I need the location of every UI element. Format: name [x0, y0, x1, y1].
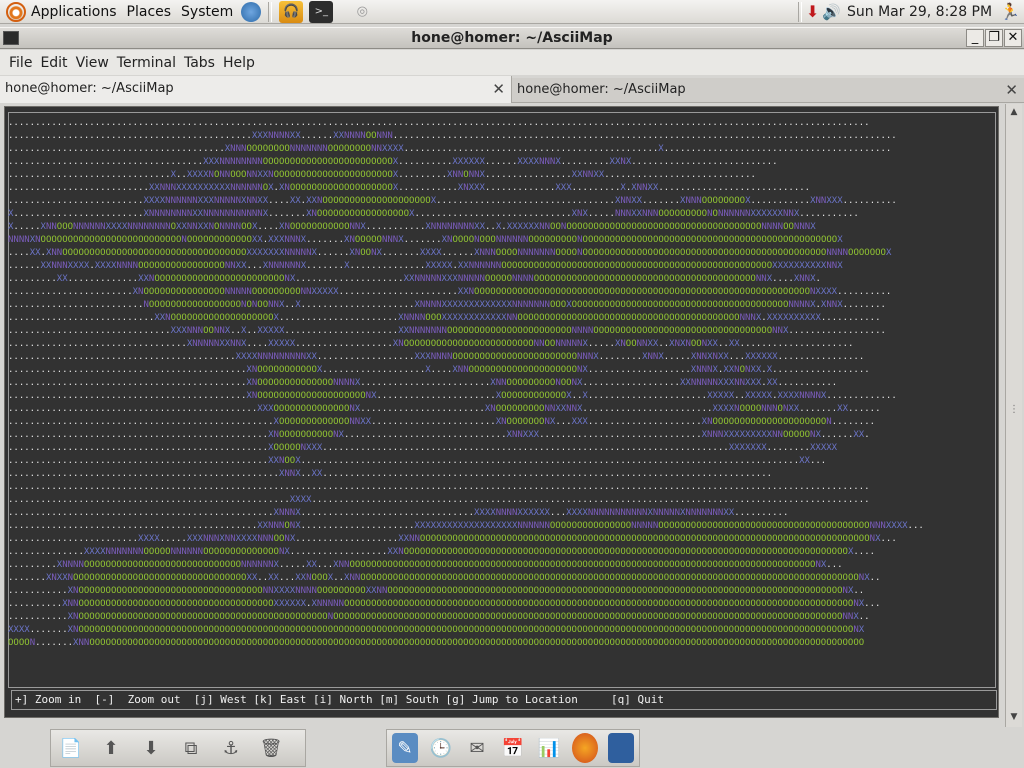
map-row: ..........................XXNNNXXXXXXXXX…	[8, 183, 811, 193]
scroll-up-arrow-icon[interactable]: ▲	[1008, 107, 1020, 119]
map-row: ........................................…	[8, 118, 870, 128]
file-browser-dock: 📄 ⬆ ⬇ ⧉ ⚓ 🗑	[50, 729, 306, 767]
map-row: ..............XXXXNNNNNNNOOOOONNNNNNOOOO…	[8, 547, 876, 557]
map-row: OOOON.......XNNOOOOOOOOOOOOOOOOOOOOOOOOO…	[8, 638, 865, 648]
close-window-button[interactable]: ✕	[1004, 29, 1022, 47]
map-row: ........................................…	[8, 378, 838, 388]
logout-runner-icon[interactable]: 🏃	[1000, 2, 1020, 21]
text-editor-icon[interactable]: ✎	[392, 733, 418, 763]
map-row: X........................XNNNNNNNNXXNNNN…	[8, 209, 859, 219]
map-row: ........................................…	[8, 469, 773, 479]
map-row: ........................................…	[8, 144, 892, 154]
anchor-icon[interactable]: ⚓	[216, 733, 246, 763]
menu-file[interactable]: File	[9, 55, 32, 71]
map-row: ..............................X..XXXXNON…	[8, 170, 756, 180]
map-row: ........................................…	[8, 508, 789, 518]
map-row: .........XX.............XXNOOOOOOOOOOOOO…	[8, 274, 821, 284]
map-row: ........................................…	[8, 365, 870, 375]
presentation-icon[interactable]: 📊	[536, 733, 562, 763]
map-row: ....................................XXXN…	[8, 157, 778, 167]
map-row: NNNNXNOOOOOOOOOOOOOOOOOOOOOOOOOONOOOOOOO…	[8, 235, 843, 245]
map-row: .......................XNOOOOOOOOOOOOOOO…	[8, 287, 892, 297]
window-title: hone@homer: ~/AsciiMap	[411, 30, 613, 46]
ascii-map: ........................................…	[8, 117, 924, 650]
tab-2-label: hone@homer: ~/AsciiMap	[517, 82, 686, 97]
tab-2-close-icon[interactable]: ✕	[1005, 78, 1018, 102]
map-row: ........................................…	[8, 131, 897, 141]
map-row: .........XNNNNOOOOOOOOOOOOOOOOOOOOOOOOOO…	[8, 560, 843, 570]
map-row: .................................XNNNNNX…	[8, 339, 854, 349]
clock-icon[interactable]: 🕒	[428, 733, 454, 763]
notes-icon[interactable]: 📄	[56, 733, 86, 763]
tab-2[interactable]: hone@homer: ~/AsciiMap ✕	[512, 78, 1024, 103]
map-row: ........................................…	[8, 443, 838, 453]
map-row: X.....XNNOOONNNNNNXXXXNNNNNNNNOXXNNXXNON…	[8, 222, 816, 232]
clock-datetime[interactable]: Sun Mar 29, 8:28 PM	[847, 4, 992, 20]
menu-tabs[interactable]: Tabs	[184, 55, 215, 71]
gnome-foot-icon	[6, 1, 26, 22]
map-row: XXXX.......XNOOOOOOOOOOOOOOOOOOOOOOOOOOO…	[8, 625, 865, 635]
system-menu[interactable]: System	[176, 0, 238, 24]
applications-menu-label: Applications	[31, 3, 117, 20]
mail-icon[interactable]: ✉	[464, 733, 490, 763]
map-row: ........................................…	[8, 391, 897, 401]
menu-view[interactable]: View	[76, 55, 109, 71]
bottom-panel: 📄 ⬆ ⬇ ⧉ ⚓ 🗑 ✎ 🕒 ✉ 📅 📊	[0, 728, 1024, 768]
map-row: ..........XNNOOOOOOOOOOOOOOOOOOOOOOOOOOO…	[8, 599, 881, 609]
calendar-icon[interactable]: 📅	[500, 733, 526, 763]
volume-icon[interactable]: 🔊	[822, 3, 841, 21]
upload-arrow-icon[interactable]: ⬆	[96, 733, 126, 763]
web-browser-launcher-icon[interactable]	[241, 1, 262, 22]
map-row: ........................................…	[8, 404, 881, 414]
window-titlebar[interactable]: hone@homer: ~/AsciiMap _ ❐ ✕	[0, 27, 1024, 49]
terminal-menubar: File Edit View Terminal Tabs Help	[0, 50, 1024, 75]
terminal-launcher-icon[interactable]: >_	[309, 0, 334, 23]
tray-area: ⬇ 🔊 Sun Mar 29, 8:28 PM 🏃	[794, 0, 1024, 24]
map-row: ........................................…	[8, 430, 870, 440]
storage-box-icon[interactable]	[608, 733, 634, 763]
minimize-button[interactable]: _	[966, 29, 984, 47]
map-row: ....XX.XNNOOOOOOOOOOOOOOOOOOOOOOOOOOOOOO…	[8, 248, 892, 258]
audio-player-launcher-icon[interactable]: 🎧	[279, 0, 304, 23]
key-help-line: +] Zoom in [-] Zoom out [j] West [k] Eas…	[11, 690, 997, 710]
map-row: .........................XXXXNNNNNNXXXNN…	[8, 196, 897, 206]
map-row: ........................................…	[8, 456, 827, 466]
scroll-grip-icon[interactable]: ⋮	[1009, 404, 1019, 415]
menu-help[interactable]: Help	[223, 55, 255, 71]
maximize-button[interactable]: ❐	[985, 29, 1003, 47]
map-row: ......XXNNNXXXX.XXXXNNNNOOOOOOOOOOOOOOOO…	[8, 261, 843, 271]
tab-bar: hone@homer: ~/AsciiMap ✕ hone@homer: ~/A…	[0, 76, 1024, 103]
map-row: ...........................XXNOOOOOOOOOO…	[8, 313, 881, 323]
panel-separator	[268, 1, 273, 22]
applications-menu[interactable]: Applications	[0, 0, 122, 24]
menu-edit[interactable]: Edit	[40, 55, 67, 71]
cd-burner-launcher-icon[interactable]: ◎	[350, 1, 374, 23]
map-row: .........................NOOOOOOOOOOOOOO…	[8, 300, 886, 310]
tray-separator	[797, 1, 802, 22]
tab-1-close-icon[interactable]: ✕	[492, 76, 505, 102]
menu-terminal[interactable]: Terminal	[117, 55, 176, 71]
places-menu[interactable]: Places	[122, 0, 177, 24]
update-notifier-icon[interactable]: ⬇	[806, 2, 819, 21]
copy-icon[interactable]: ⧉	[176, 733, 206, 763]
map-row: ........................................…	[8, 482, 870, 492]
map-row: .......XNXXNOOOOOOOOOOOOOOOOOOOOOOOOOOOO…	[8, 573, 881, 583]
map-row: ........................................…	[8, 495, 870, 505]
trash-icon[interactable]: 🗑	[256, 733, 286, 763]
top-panel: Applications Places System 🎧 >_ ◎ ⬇ 🔊 Su…	[0, 0, 1024, 24]
scroll-down-arrow-icon[interactable]: ▼	[1008, 712, 1020, 724]
map-row: ........................................…	[8, 352, 865, 362]
map-row: ........................................…	[8, 417, 876, 427]
download-arrow-icon[interactable]: ⬇	[136, 733, 166, 763]
map-row: ...........XNOOOOOOOOOOOOOOOOOOOOOOOOOOO…	[8, 612, 870, 622]
map-row: ...........XNOOOOOOOOOOOOOOOOOOOOOOOOOOO…	[8, 586, 865, 596]
map-row: ........................................…	[8, 521, 924, 531]
map-row: ..............................XXXNNNOONN…	[8, 326, 886, 336]
map-row: ........................XXXX.....XXXNNNX…	[8, 534, 897, 544]
tab-1[interactable]: hone@homer: ~/AsciiMap ✕	[0, 76, 512, 103]
launcher-dock: ✎ 🕒 ✉ 📅 📊	[386, 729, 640, 767]
tab-1-label: hone@homer: ~/AsciiMap	[5, 81, 174, 96]
firefox-icon[interactable]	[572, 733, 598, 763]
terminal-scrollbar[interactable]: ▲ ⋮ ▼	[1005, 104, 1022, 727]
